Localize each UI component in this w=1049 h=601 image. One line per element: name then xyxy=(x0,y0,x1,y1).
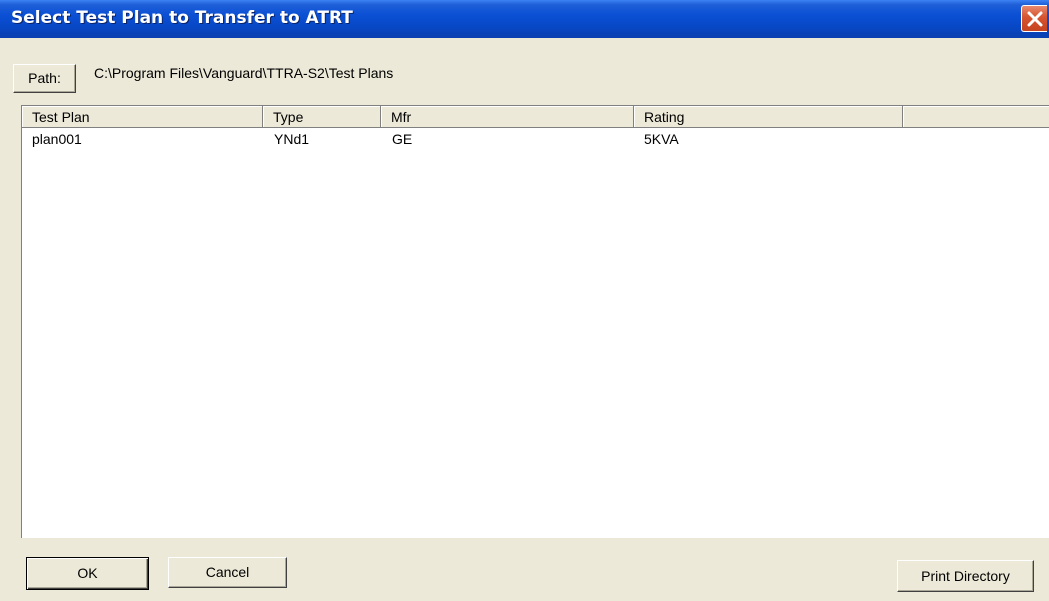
path-display: C:\Program Files\Vanguard\TTRA-S2\Test P… xyxy=(94,65,394,81)
cancel-button-label: Cancel xyxy=(205,564,250,580)
cell-type: YNd1 xyxy=(274,131,310,147)
title-bar[interactable]: Select Test Plan to Transfer to ATRT xyxy=(0,0,1049,38)
column-header-blank[interactable] xyxy=(903,106,1049,128)
column-header-mfr[interactable]: Mfr xyxy=(381,106,634,128)
column-header-rating[interactable]: Rating xyxy=(634,106,903,128)
cancel-button[interactable]: Cancel xyxy=(168,557,287,588)
ok-button-label: OK xyxy=(77,565,98,581)
cell-mfr: GE xyxy=(392,131,413,147)
column-header-test-plan[interactable]: Test Plan xyxy=(22,106,263,128)
cell-test-plan: plan001 xyxy=(32,131,82,147)
cell-rating: 5KVA xyxy=(644,131,679,147)
path-button[interactable]: Path: xyxy=(13,64,76,93)
print-directory-button-label: Print Directory xyxy=(921,568,1010,584)
list-item[interactable]: plan001 YNd1 GE 5KVA xyxy=(22,128,1049,150)
list-header: Test Plan Type Mfr Rating xyxy=(22,106,1049,128)
print-directory-button[interactable]: Print Directory xyxy=(897,560,1034,592)
dialog-window: Select Test Plan to Transfer to ATRT Pat… xyxy=(0,0,1049,601)
close-icon xyxy=(1027,11,1043,27)
path-button-label: Path: xyxy=(28,70,61,86)
ok-button[interactable]: OK xyxy=(26,557,149,590)
window-title: Select Test Plan to Transfer to ATRT xyxy=(11,8,353,28)
column-header-type[interactable]: Type xyxy=(263,106,381,128)
test-plan-list[interactable]: Test Plan Type Mfr Rating plan001 YNd1 G… xyxy=(21,105,1049,538)
close-button[interactable] xyxy=(1021,5,1047,32)
